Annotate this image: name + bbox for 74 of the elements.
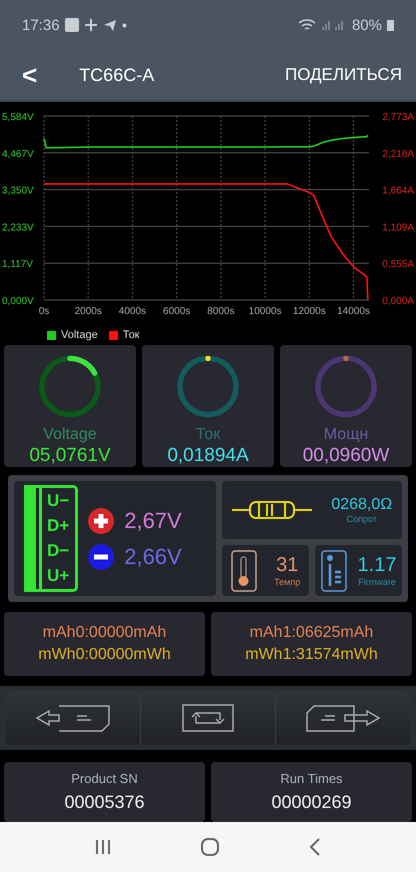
mah-reading: mAh0:00000mAh — [42, 624, 166, 642]
back-icon — [309, 838, 321, 856]
info-value: 00000269 — [271, 792, 352, 814]
thermometer-icon — [230, 550, 257, 592]
gauge-label: Мощн — [324, 426, 368, 444]
pin-label: U− — [47, 490, 70, 512]
legend-swatch — [47, 330, 56, 340]
dminus-voltage: 2,66V — [124, 544, 182, 570]
axis-label: 1,117V — [2, 259, 33, 270]
resistor-icon — [232, 499, 312, 521]
plus-icon — [88, 508, 114, 534]
axis-label: 2,218A — [382, 148, 414, 160]
pin-label: D+ — [47, 515, 70, 538]
send-icon — [102, 18, 117, 32]
legend-label: Ток — [122, 329, 140, 341]
pin-label: D− — [47, 540, 70, 562]
axis-label: 10000s — [248, 306, 282, 317]
axis-label: 2,233V — [2, 222, 34, 234]
gauge-value: 00,0960W — [302, 445, 390, 467]
info-label: Run Times — [280, 771, 343, 786]
axis-label: 2,773A — [382, 112, 414, 123]
battery-icon — [387, 19, 394, 31]
legend-label: Voltage — [61, 329, 98, 341]
mah-reading: mAh1:06625mAh — [250, 624, 374, 642]
info-icon — [320, 550, 347, 592]
axis-label: 4000s — [118, 306, 146, 317]
info-label: Product SN — [71, 771, 138, 786]
axis-label: 3,350V — [2, 186, 34, 197]
mwh-reading: mWh0:00000mWh — [38, 646, 171, 664]
temperature-label: Темпр — [274, 577, 300, 588]
info-value: 00005376 — [64, 792, 145, 814]
axis-label: 0,000A — [382, 296, 414, 307]
axis-label: 0,000V — [2, 296, 34, 307]
mwh-reading: mWh1:31574mWh — [245, 646, 378, 664]
share-button[interactable]: ПОДЕЛИТЬСЯ — [284, 65, 402, 85]
export-icon — [305, 703, 381, 734]
resistance-value: 0268,0Ω — [331, 496, 392, 514]
app-icon — [64, 18, 79, 32]
minus-icon — [88, 544, 114, 570]
import-button[interactable] — [6, 691, 141, 746]
gauge-value: 0,01894A — [167, 445, 249, 467]
axis-label: 12000s — [292, 306, 326, 317]
dplus-voltage: 2,67V — [124, 508, 182, 534]
firmware-value: 1.17 — [358, 554, 396, 578]
gauge-label: Voltage — [43, 426, 97, 444]
wifi-icon — [298, 18, 316, 32]
export-button[interactable] — [276, 691, 410, 746]
axis-label: 14000s — [337, 306, 370, 317]
axis-label: 0,555A — [382, 259, 414, 270]
gauge-label: Ток — [196, 426, 220, 444]
status-time: 17:36 — [22, 16, 60, 34]
axis-label: 5,584V — [2, 112, 34, 123]
back-button[interactable]: < — [18, 60, 42, 90]
battery-percent: 80% — [352, 16, 382, 34]
legend-swatch — [108, 330, 118, 340]
axis-label: 1,109A — [382, 222, 414, 234]
axis-label: 8000s — [207, 306, 234, 317]
axis-label: 4,467V — [2, 148, 34, 160]
axis-label: 0s — [38, 306, 50, 317]
gauge-value: 05,0761V — [29, 445, 111, 467]
axis-label: 1,664A — [382, 186, 414, 197]
axis-label: 2000s — [74, 306, 102, 317]
axis-label: 6000s — [163, 306, 190, 317]
resistance-label: Сопрот — [346, 514, 377, 524]
screen-title: TC66C-A — [79, 64, 156, 86]
menu-icon — [95, 839, 111, 856]
sync-icon — [182, 704, 234, 732]
pin-label: U+ — [47, 565, 70, 588]
firmware-label: Firmware — [358, 577, 396, 588]
sync-button[interactable] — [141, 691, 276, 746]
dot-icon — [122, 22, 127, 28]
home-icon — [201, 838, 219, 856]
temperature-value: 31 — [276, 554, 298, 578]
import-icon — [35, 703, 111, 734]
